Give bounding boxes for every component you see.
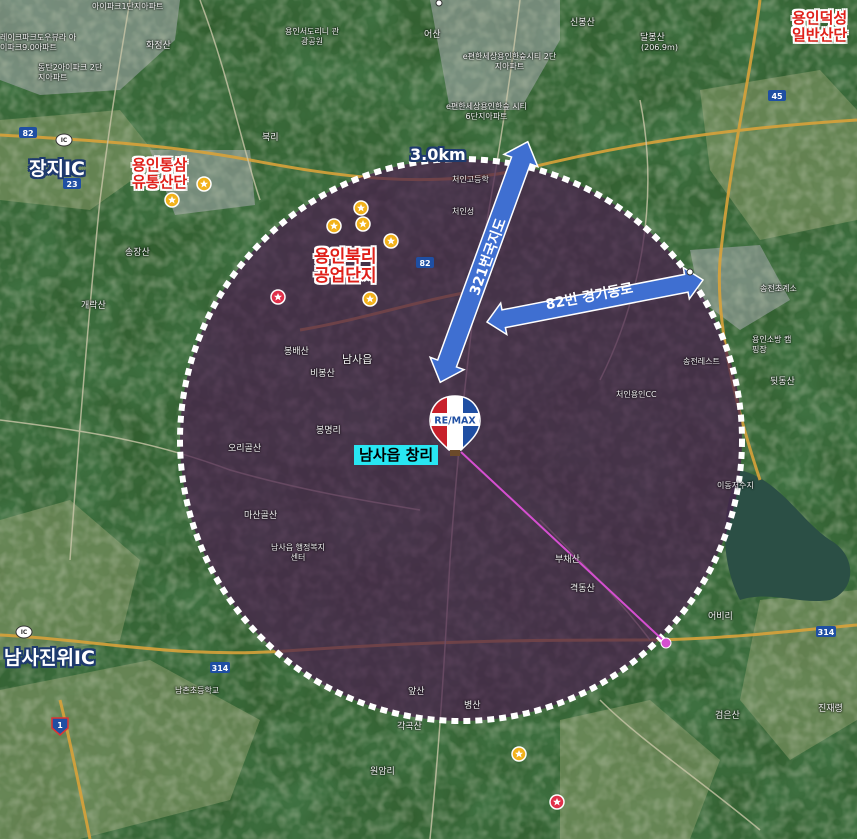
place-ibong-reservoir: 이동저수지	[717, 481, 754, 490]
route-shield-text: 45	[771, 92, 783, 101]
place-bibongsan: 비봉산	[310, 369, 335, 379]
place-eobiri: 어비리	[708, 612, 733, 622]
location-pin-top[interactable]	[435, 0, 443, 7]
place-bukri: 북리	[262, 133, 279, 143]
route-shield-text: 82	[22, 129, 33, 138]
place-cheoinseong: 처인성	[452, 207, 475, 216]
namsa-jinwi-ic-label: 남사진위IC	[4, 647, 95, 669]
place-bucheonsan: 부채산	[555, 555, 580, 565]
route-shield-text: 23	[66, 180, 77, 189]
place-jinjaeyeong: 진재령	[818, 704, 843, 714]
place-namsa-center: 남사읍 행정복지센터	[270, 543, 326, 562]
place-ehyunsi6: e편한세상용인한숲 시티6단지아파트	[445, 102, 528, 121]
remax-brand-text: RE/MAX	[434, 416, 476, 427]
place-namsaeup: 남사읍	[342, 353, 373, 366]
place-ehyunsi2: e편한세상용인한숲시티 2단지아파트	[462, 52, 557, 71]
route-shield-text: 1	[57, 721, 63, 730]
center-location-label: 남사읍 창리	[354, 445, 439, 465]
route-shield-text: 314	[212, 664, 229, 673]
route-shield-text: 82	[419, 259, 430, 268]
place-hwajeongsan: 화정산	[146, 41, 171, 51]
place-masangolsan: 마산골산	[244, 511, 278, 521]
place-gaeriksan: 개락산	[81, 301, 106, 311]
place-gyeokdongsan: 격동산	[570, 584, 595, 594]
tongsam-zone-label: 용인통삼 유통산단	[132, 157, 187, 191]
place-origolsan: 오리골산	[228, 444, 262, 454]
place-songjeon: 송전초계소	[760, 284, 797, 293]
tongsam-zone-line2: 유통산단	[132, 172, 188, 191]
place-dalbongsan-height: (206.9m)	[641, 43, 678, 52]
place-apt2: 레이크파크도우뷰라 아이파크9.0아파트	[0, 33, 77, 52]
place-cheoin-school: 처인고등학	[452, 175, 489, 184]
place-songjangsan: 송장산	[125, 248, 150, 258]
place-bongmyeongri: 봉명리	[316, 426, 341, 436]
place-aksan: 앞산	[408, 687, 425, 697]
place-yongin-sobang: 용인소방 캠핑장	[752, 335, 792, 354]
place-geomeunsan: 검은산	[715, 711, 740, 721]
deokseong-zone-line1: 용인덕성	[792, 9, 848, 27]
place-apt3: 동탄2아이파크 2단지아파트	[38, 63, 103, 82]
place-eosan: 어산	[424, 30, 441, 40]
place-cheoin-cc: 처인용인CC	[616, 390, 657, 399]
place-apt1: 아이파크1단지아파트	[92, 2, 164, 11]
svg-text:IC: IC	[61, 137, 68, 144]
place-dwitongsan: 뒷동산	[770, 377, 795, 387]
place-byeongsan: 병산	[464, 701, 481, 711]
jangji-ic-label: 장지IC	[29, 158, 85, 180]
svg-text:IC: IC	[21, 629, 28, 636]
location-pin-small[interactable]	[686, 268, 694, 276]
radius-label: 3.0km	[410, 145, 466, 164]
place-songjeon-rest: 송전레스트	[683, 357, 720, 366]
place-sinbongsan: 신봉산	[570, 18, 595, 28]
map-stage: 82 23 45 82 314 314 1 IC IC RE/MAX 장지IC …	[0, 0, 857, 839]
bukri-zone-label: 용인북리 공업단지	[314, 247, 377, 287]
place-bongbaesan: 봉배산	[284, 347, 309, 357]
radius-line-endpoint	[660, 637, 672, 649]
place-gakgoksan: 각곡산	[397, 722, 422, 732]
bukri-zone-line1: 용인북리	[314, 247, 377, 267]
deokseong-zone-label: 용인덕성 일반산단	[792, 10, 847, 44]
bukri-zone-line2: 공업단지	[314, 266, 377, 287]
place-namchon-school: 남촌초등학교	[175, 686, 220, 695]
tongsam-zone-line1: 용인통삼	[132, 156, 188, 174]
route-shield-text: 314	[818, 628, 835, 637]
place-yongin-seodori: 용인서도리니 관광공원	[284, 27, 340, 46]
place-wonamri: 원암리	[370, 767, 395, 777]
place-dalbongsan: 달봉산	[640, 33, 665, 43]
deokseong-zone-line2: 일반산단	[792, 25, 848, 44]
